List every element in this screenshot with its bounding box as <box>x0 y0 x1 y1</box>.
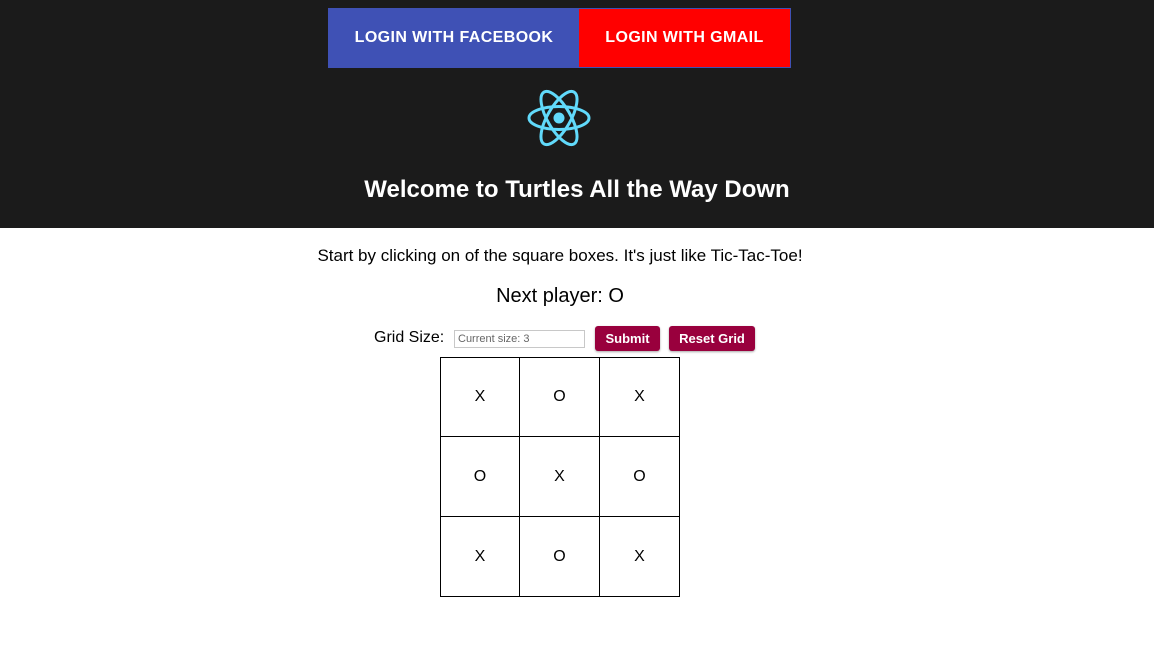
login-bar: LOGIN WITH FACEBOOK LOGIN WITH GMAIL <box>328 8 791 68</box>
board-square[interactable]: X <box>599 357 680 437</box>
welcome-title: Welcome to Turtles All the Way Down <box>364 176 790 203</box>
game-board: X O X O X O X O X <box>440 357 680 597</box>
next-player-status: Next player: O <box>496 285 624 307</box>
board-square[interactable]: O <box>519 516 600 597</box>
grid-size-input[interactable] <box>454 330 585 348</box>
board-square[interactable]: X <box>440 516 520 597</box>
board-square[interactable]: O <box>599 436 680 517</box>
login-facebook-button[interactable]: LOGIN WITH FACEBOOK <box>329 9 579 67</box>
board-square[interactable]: O <box>519 357 600 437</box>
board-square[interactable]: X <box>599 516 680 597</box>
board-square[interactable]: O <box>440 436 520 517</box>
board-square[interactable]: X <box>519 436 600 517</box>
reset-grid-button[interactable]: Reset Grid <box>669 326 755 351</box>
login-gmail-button[interactable]: LOGIN WITH GMAIL <box>579 9 790 67</box>
submit-button[interactable]: Submit <box>595 326 660 351</box>
react-atom-icon <box>527 89 591 147</box>
instructions-text: Start by clicking on of the square boxes… <box>317 246 803 265</box>
app-header: LOGIN WITH FACEBOOK LOGIN WITH GMAIL Wel… <box>0 0 1154 228</box>
board-square[interactable]: X <box>440 357 520 437</box>
grid-size-label: Grid Size: <box>374 329 445 346</box>
